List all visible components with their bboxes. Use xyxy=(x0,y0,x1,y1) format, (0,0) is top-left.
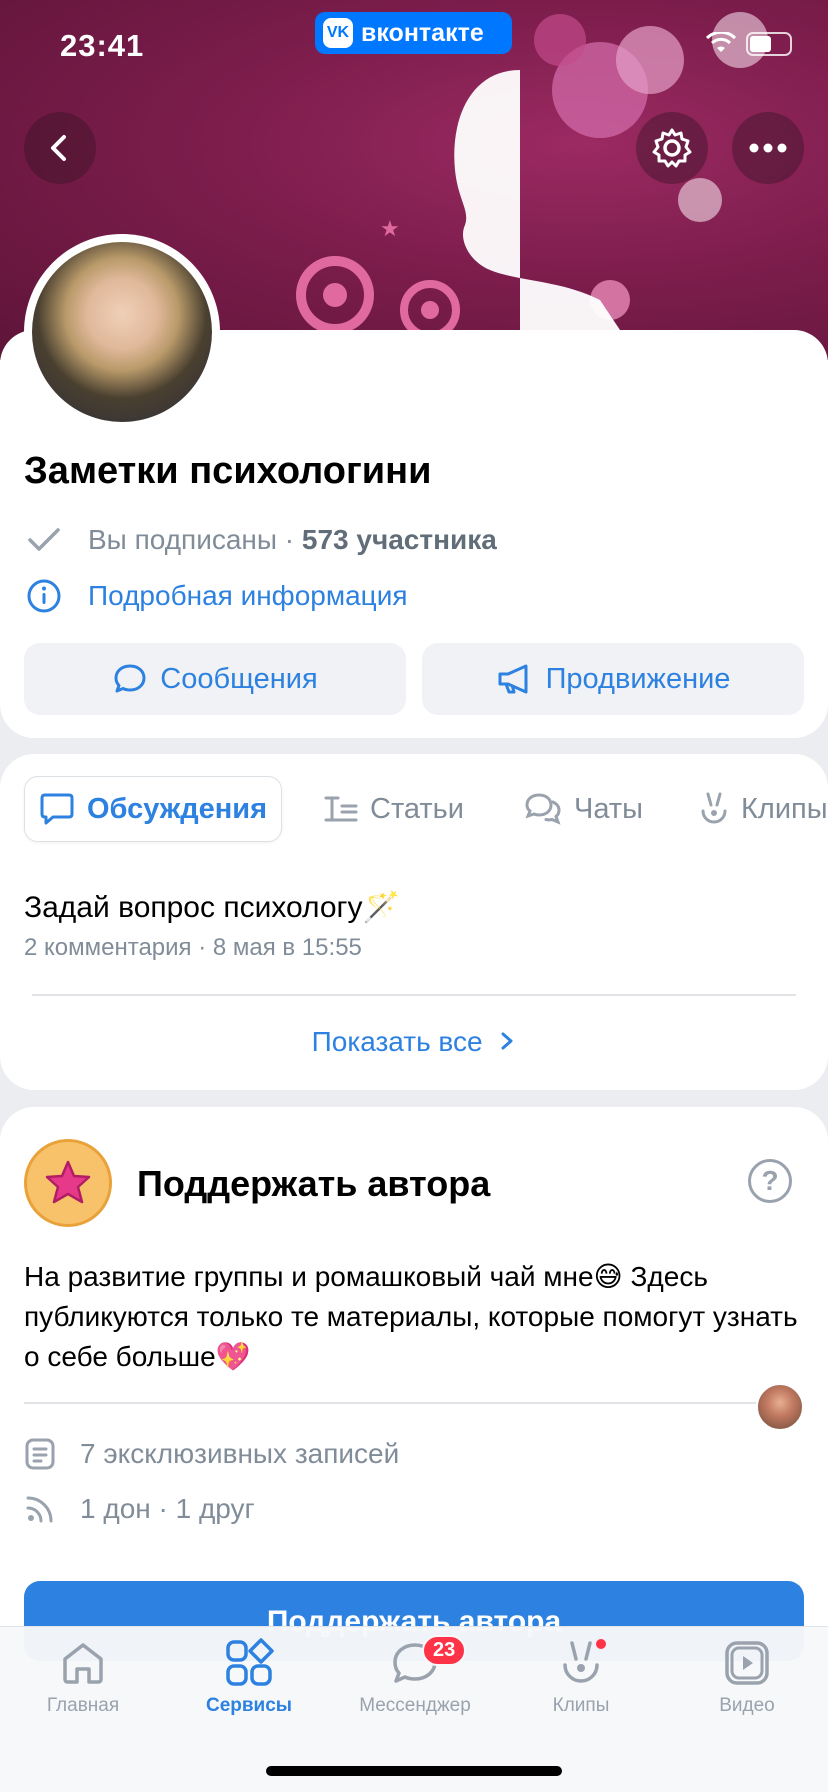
vk-logo-icon: VK xyxy=(323,18,353,48)
help-icon[interactable]: ? xyxy=(748,1159,792,1203)
discussions-card: Обсуждения Статьи Чаты Клипы Задай вопро… xyxy=(0,754,828,1090)
app-pill[interactable]: VK вконтакте xyxy=(315,12,512,54)
megaphone-icon xyxy=(498,664,528,694)
tab-discussions[interactable]: Обсуждения xyxy=(24,776,283,842)
info-icon xyxy=(24,576,64,616)
tab-clips[interactable]: Клипы xyxy=(685,776,828,842)
tab-clips-label: Клипы xyxy=(741,792,828,825)
topic-meta: 2 комментария · 8 мая в 15:55 xyxy=(24,934,362,961)
exclusive-posts-row: 7 эксклюзивных записей xyxy=(24,1437,399,1471)
rss-icon xyxy=(26,1496,53,1523)
messenger-badge: 23 xyxy=(422,1635,467,1666)
message-bubble-icon xyxy=(114,664,146,693)
tabbar-video[interactable]: Видео xyxy=(672,1637,822,1717)
discussion-icon xyxy=(40,793,74,825)
gear-icon xyxy=(652,128,692,168)
members-count: 573 участника xyxy=(301,524,497,555)
video-icon xyxy=(725,1641,769,1685)
back-button[interactable] xyxy=(24,112,96,184)
messages-button[interactable]: Сообщения xyxy=(24,643,406,715)
tabbar-messenger-label: Мессенджер xyxy=(359,1695,471,1716)
group-avatar[interactable] xyxy=(24,234,220,430)
donations-row: 1 дон · 1 друг xyxy=(24,1493,255,1525)
chevron-right-icon xyxy=(501,1032,513,1050)
settings-button[interactable] xyxy=(636,112,708,184)
tab-articles-label: Статьи xyxy=(370,792,464,825)
clips-icon xyxy=(701,792,727,824)
details-row[interactable]: Подробная информация xyxy=(24,576,408,616)
tabbar-home[interactable]: Главная xyxy=(8,1637,158,1717)
donations-text: 1 дон · 1 друг xyxy=(80,1493,255,1524)
status-indicators xyxy=(706,32,792,56)
avatar-photo xyxy=(32,242,212,422)
show-all-label: Показать все xyxy=(311,1026,483,1057)
details-link[interactable]: Подробная информация xyxy=(88,580,408,612)
tabbar-services[interactable]: Сервисы xyxy=(174,1637,324,1717)
wifi-icon xyxy=(706,32,736,52)
promotion-label: Продвижение xyxy=(545,662,731,695)
divider xyxy=(32,994,796,996)
friend-avatar[interactable] xyxy=(756,1383,804,1431)
tabbar-clips[interactable]: Клипы xyxy=(506,1637,656,1717)
subscription-row: Вы подписаны · 573 участника xyxy=(24,520,497,560)
topic-title[interactable]: Задай вопрос психологу🪄 xyxy=(24,890,400,925)
home-indicator xyxy=(266,1766,562,1776)
svg-text:★: ★ xyxy=(380,216,400,241)
battery-icon xyxy=(746,32,792,56)
app-pill-label: вконтакте xyxy=(361,18,484,47)
check-icon xyxy=(24,520,64,560)
support-title: Поддержать автора xyxy=(137,1163,491,1204)
messages-label: Сообщения xyxy=(160,662,318,695)
home-icon xyxy=(63,1643,103,1684)
status-time: 23:41 xyxy=(60,28,145,63)
exclusive-posts-text: 7 эксклюзивных записей xyxy=(80,1438,400,1469)
tab-discussions-label: Обсуждения xyxy=(87,792,268,825)
tabbar-home-label: Главная xyxy=(46,1695,120,1716)
more-button[interactable] xyxy=(732,112,804,184)
services-grid-icon xyxy=(226,1638,274,1686)
group-name: Заметки психологини xyxy=(24,450,432,492)
tabbar-video-label: Видео xyxy=(719,1695,775,1716)
tab-chats[interactable]: Чаты xyxy=(510,776,657,842)
tabbar-services-label: Сервисы xyxy=(205,1695,293,1716)
tab-chats-label: Чаты xyxy=(574,792,643,825)
promotion-button[interactable]: Продвижение xyxy=(422,643,804,715)
subscribed-label: Вы подписаны xyxy=(88,524,277,555)
show-all-link[interactable]: Показать все xyxy=(0,1026,828,1058)
more-dots-icon xyxy=(749,143,787,153)
article-icon xyxy=(324,796,358,822)
star-icon xyxy=(24,1139,112,1227)
content-tabs: Обсуждения Статьи Чаты Клипы xyxy=(0,776,828,846)
chevron-left-icon xyxy=(51,135,66,161)
document-icon xyxy=(25,1438,55,1470)
tab-articles[interactable]: Статьи xyxy=(310,776,478,842)
divider xyxy=(24,1402,804,1404)
clips-notification-dot xyxy=(596,1639,606,1649)
tabbar-messenger[interactable]: 23 Мессенджер xyxy=(340,1635,490,1717)
chats-icon xyxy=(525,793,561,825)
support-description: На развитие группы и ромашковый чай мне😅… xyxy=(24,1261,798,1372)
tabbar-clips-label: Клипы xyxy=(552,1695,610,1716)
